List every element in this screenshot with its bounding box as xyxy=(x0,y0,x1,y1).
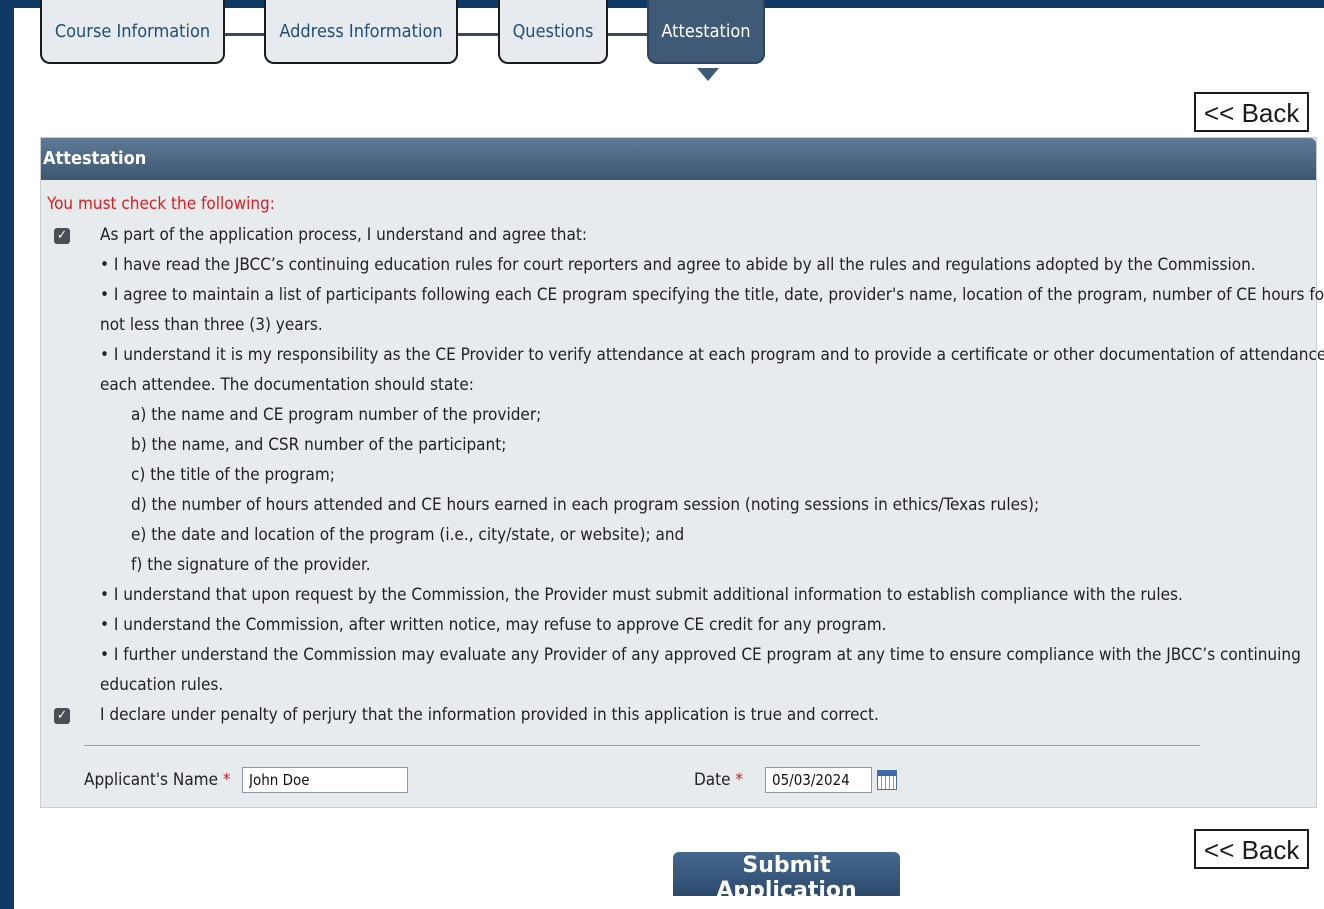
required-mark: * xyxy=(735,770,744,790)
attestation-bullet: • I further understand the Commission ma… xyxy=(100,645,1301,665)
documentation-item: c) the title of the program; xyxy=(131,465,335,485)
panel-title: Attestation xyxy=(41,138,1316,180)
attestation-bullet: • I have read the JBCC’s continuing educ… xyxy=(100,255,1256,275)
attestation-bullet-cont: education rules. xyxy=(100,675,224,695)
calendar-icon[interactable] xyxy=(877,770,897,790)
attestation-panel: Attestation You must check the following… xyxy=(40,137,1324,808)
attestation-bullet: • I understand the Commission, after wri… xyxy=(100,615,887,635)
date-input[interactable] xyxy=(765,767,872,793)
applicant-name-label: Applicant's Name * xyxy=(84,770,231,790)
date-label: Date * xyxy=(694,770,743,790)
documentation-item: d) the number of hours attended and CE h… xyxy=(131,495,1040,515)
attestation-bullet-cont: each attendee. The documentation should … xyxy=(100,375,474,395)
step-connector xyxy=(606,33,649,36)
step-connector xyxy=(223,33,266,36)
step-address-information[interactable]: Address Information xyxy=(264,0,458,64)
left-band xyxy=(0,0,14,909)
required-mark: * xyxy=(222,770,231,790)
wizard-steps: Course Information Address Information Q… xyxy=(40,0,840,70)
documentation-item: b) the name, and CSR number of the parti… xyxy=(131,435,507,455)
submit-application-button[interactable]: Submit Application xyxy=(673,852,900,903)
perjury-declaration: I declare under penalty of perjury that … xyxy=(100,705,879,725)
attestation-checkbox[interactable]: ✓ xyxy=(54,228,70,244)
required-warning: You must check the following: xyxy=(47,194,275,214)
step-attestation[interactable]: Attestation xyxy=(647,0,765,64)
documentation-item: f) the signature of the provider. xyxy=(131,555,371,575)
attestation-intro: As part of the application process, I un… xyxy=(100,225,587,245)
applicant-name-input[interactable] xyxy=(242,767,408,793)
perjury-checkbox[interactable]: ✓ xyxy=(54,708,70,724)
back-button-bottom[interactable]: << Back xyxy=(1194,829,1310,869)
step-course-information[interactable]: Course Information xyxy=(40,0,225,64)
date-label-text: Date xyxy=(694,770,731,790)
back-button-top[interactable]: << Back xyxy=(1194,92,1310,132)
step-connector xyxy=(456,33,500,36)
step-questions[interactable]: Questions xyxy=(498,0,608,64)
attestation-bullet-cont: not less than three (3) years. xyxy=(100,315,323,335)
attestation-bullet: • I agree to maintain a list of particip… xyxy=(100,285,1324,305)
divider xyxy=(84,745,1200,746)
active-step-arrow-icon xyxy=(697,68,719,81)
documentation-item: a) the name and CE program number of the… xyxy=(131,405,542,425)
documentation-item: e) the date and location of the program … xyxy=(131,525,685,545)
applicant-name-label-text: Applicant's Name xyxy=(84,770,218,790)
attestation-bullet: • I understand that upon request by the … xyxy=(100,585,1183,605)
attestation-bullet: • I understand it is my responsibility a… xyxy=(100,345,1324,365)
